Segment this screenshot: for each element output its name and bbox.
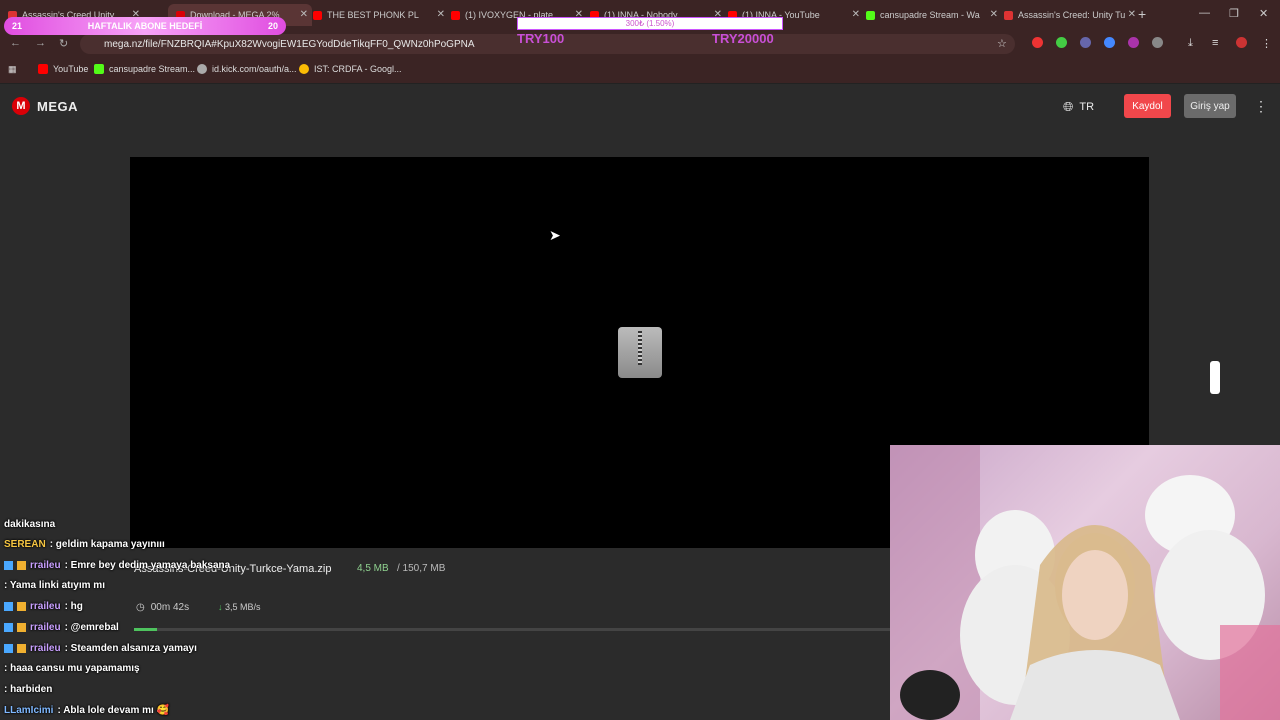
chat-text: : Steamden alsanıza yamayı <box>64 643 197 654</box>
scroll-indicator[interactable] <box>1210 361 1220 394</box>
bookmark-star-icon[interactable]: ☆ <box>997 37 1007 50</box>
download-info-panel <box>130 548 890 628</box>
moderator-badge-icon <box>4 644 13 653</box>
browser-menu-icon[interactable]: ⋮ <box>1261 37 1272 50</box>
download-progress-bar <box>134 628 890 631</box>
subscriber-goal-banner: 21 HAFTALIK ABONE HEDEFİ 20 <box>4 17 286 35</box>
globe-icon <box>197 64 207 74</box>
donation-goal-label: TRY20000 <box>712 31 774 46</box>
moderator-badge-icon <box>4 561 13 570</box>
tab-favicon-icon <box>313 10 322 20</box>
reload-icon[interactable]: ↻ <box>59 37 68 50</box>
youtube-icon <box>38 64 48 74</box>
subscriber-badge-icon <box>17 644 26 653</box>
moderator-badge-icon <box>4 602 13 611</box>
media-icon[interactable]: ≡ <box>1212 37 1218 49</box>
chat-text: dakikasına <box>4 519 56 530</box>
moderator-badge-icon <box>4 623 13 632</box>
downloaded-size: 4,5 MB <box>357 563 389 574</box>
language-selector[interactable]: 🌐︎ TR <box>1063 99 1094 115</box>
chat-message: rraileu: Emre bey dedim yamaya baksana <box>4 560 230 571</box>
new-tab-button[interactable]: + <box>1138 6 1146 22</box>
mega-logo[interactable]: M MEGA <box>12 97 78 115</box>
donation-progress: 300₺ (1.50%) <box>517 17 783 30</box>
chat-message: : haaa cansu mu yapamamış <box>4 663 140 674</box>
chat-text: : harbiden <box>4 684 53 695</box>
download-speed: ↓ 3,5 MB/s <box>218 602 261 612</box>
zip-file-icon <box>618 327 662 378</box>
chat-text: : @emrebal <box>64 622 119 633</box>
chat-username[interactable]: rraileu <box>30 622 61 633</box>
extension-shield-icon[interactable] <box>1056 37 1067 48</box>
subscriber-badge-icon <box>17 623 26 632</box>
chat-text: : geldim kapama yayınııı <box>49 539 165 550</box>
chat-text: : Abla lole devam mı 🥰 <box>57 705 170 716</box>
time-remaining: ◷ 00m 42s <box>136 602 190 613</box>
chat-message: : harbiden <box>4 684 52 695</box>
chat-username[interactable]: rraileu <box>30 643 61 654</box>
chat-message: LLamIcimi : Abla lole devam mı 🥰 <box>4 705 169 716</box>
bookmark-google[interactable]: IST: CRDFA - Googl... <box>299 64 402 74</box>
chat-message: : Yama linki atıyım mı <box>4 580 105 591</box>
browser-tab[interactable]: Assassin's Creed: Unity Tu ✕ <box>996 4 1140 26</box>
arrow-down-icon: ↓ <box>218 602 223 612</box>
mouse-cursor-icon: ➤ <box>549 227 561 243</box>
login-button[interactable]: Giriş yap <box>1184 94 1236 118</box>
browser-tab[interactable]: THE BEST PHONK PL ✕ <box>305 4 449 26</box>
webcam-feed <box>890 445 1280 720</box>
tab-favicon-icon <box>866 10 875 20</box>
chat-username[interactable]: LLamIcimi <box>4 705 53 716</box>
chat-username[interactable]: rraileu <box>30 601 61 612</box>
total-size: / 150,7 MB <box>397 563 446 574</box>
clock-icon: ◷ <box>136 602 145 613</box>
chat-text: : hg <box>64 601 83 612</box>
minimize-icon[interactable]: — <box>1199 7 1210 19</box>
tab-favicon-icon <box>1004 10 1013 20</box>
chat-message: SEREAN: geldim kapama yayınııı <box>4 539 165 550</box>
chat-message: rraileu: @emrebal <box>4 622 119 633</box>
tab-favicon-icon <box>451 10 460 20</box>
subscriber-badge-icon <box>17 602 26 611</box>
close-tab-icon[interactable]: ✕ <box>1128 9 1136 20</box>
bookmark-kick-oauth[interactable]: id.kick.com/oauth/a... <box>197 64 297 74</box>
google-icon <box>299 64 309 74</box>
browser-tab[interactable]: cansupadre Stream - Wa ✕ <box>858 4 1002 26</box>
forward-icon[interactable]: → <box>35 37 46 49</box>
chat-username[interactable]: SEREAN <box>4 539 46 550</box>
bookmark-kick[interactable]: cansupadre Stream... <box>94 64 195 74</box>
chat-message: dakikasına <box>4 519 55 530</box>
url-text[interactable]: mega.nz/file/FNZBRQIA#KpuX82WvogiEW1EGYo… <box>104 39 475 50</box>
extension-icon[interactable] <box>1080 37 1091 48</box>
close-window-icon[interactable]: ✕ <box>1259 7 1268 20</box>
webcam-image <box>890 445 1280 720</box>
extensions-puzzle-icon[interactable] <box>1152 37 1163 48</box>
signup-button[interactable]: Kaydol <box>1124 94 1171 118</box>
restore-icon[interactable]: ❐ <box>1229 7 1239 20</box>
chat-message: rraileu: hg <box>4 601 83 612</box>
chat-message: rraileu: Steamden alsanıza yamayı <box>4 643 197 654</box>
kick-icon <box>94 64 104 74</box>
chat-username[interactable]: rraileu <box>30 560 61 571</box>
globe-icon: 🌐︎ <box>1063 99 1074 114</box>
bookmark-youtube[interactable]: YouTube <box>38 64 88 74</box>
chat-text: : Emre bey dedim yamaya baksana <box>64 560 231 571</box>
extension-icon[interactable] <box>1128 37 1139 48</box>
more-menu-icon[interactable]: ⋮ <box>1254 98 1268 115</box>
donation-min-label: TRY100 <box>517 31 565 46</box>
chat-text: : haaa cansu mu yapamamış <box>4 663 140 674</box>
download-icon[interactable]: ⤓ <box>1188 37 1193 50</box>
extension-icon[interactable] <box>1032 37 1043 48</box>
chat-text: : Yama linki atıyım mı <box>4 580 105 591</box>
back-icon[interactable]: ← <box>10 37 21 49</box>
subscriber-badge-icon <box>17 561 26 570</box>
profile-avatar[interactable] <box>1236 37 1247 48</box>
mega-logo-icon: M <box>12 97 30 115</box>
extension-icon[interactable] <box>1104 37 1115 48</box>
apps-grid-icon[interactable]: ▦ <box>8 64 17 75</box>
